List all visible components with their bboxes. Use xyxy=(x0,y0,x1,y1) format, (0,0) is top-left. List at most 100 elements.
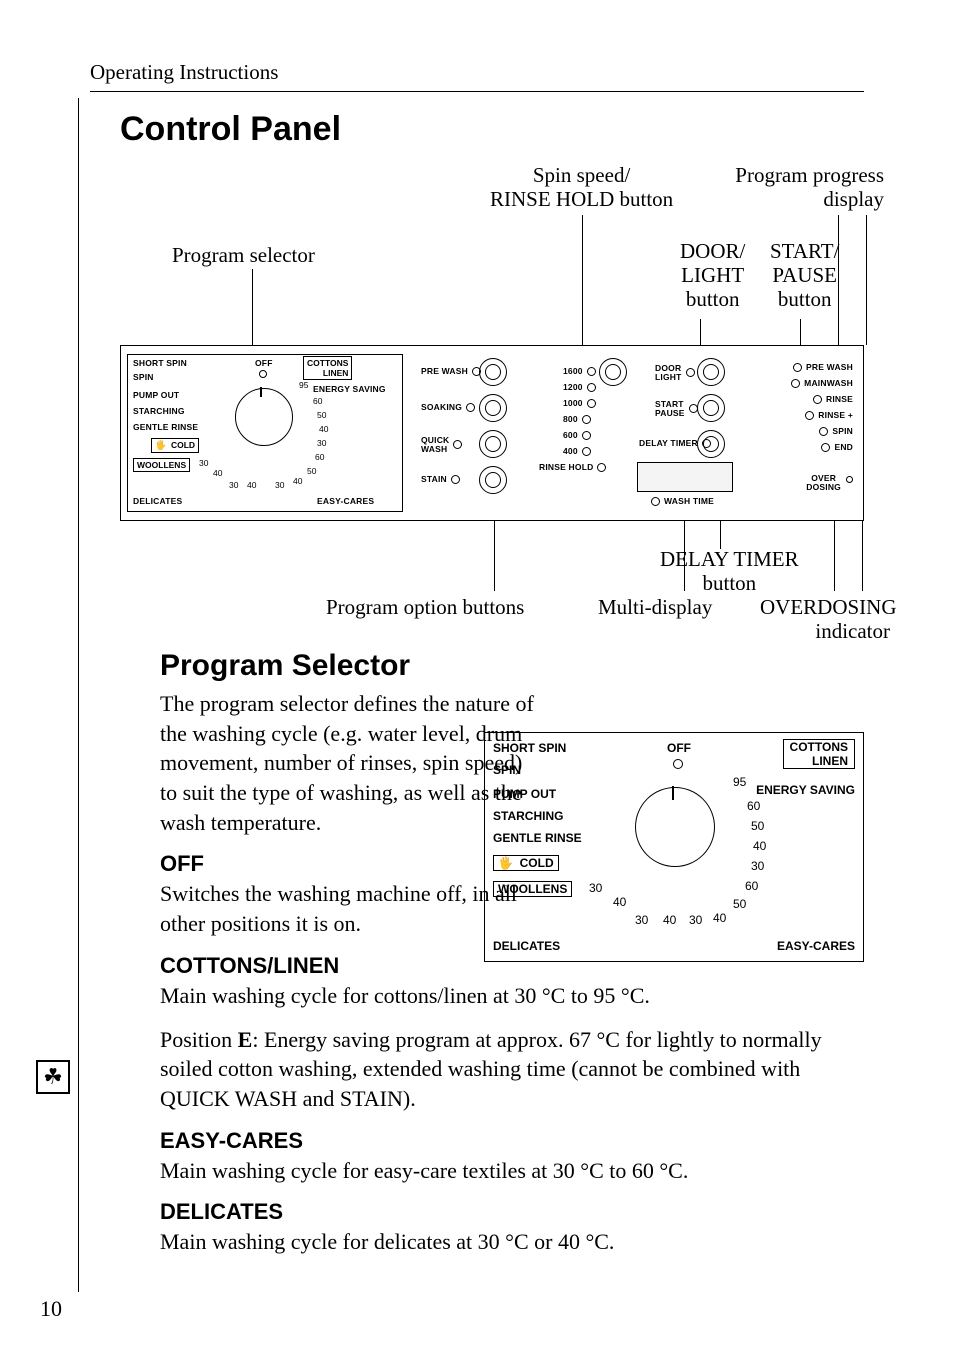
opt-quick-label: QUICK WASH xyxy=(421,436,462,453)
dial-woollens-box: WOOLLENS xyxy=(133,458,190,472)
sf-dt0: 30 xyxy=(635,913,648,927)
sf-wt1: 40 xyxy=(613,895,626,909)
sf-pumpout: PUMP OUT xyxy=(493,787,556,801)
ss6: RINSE HOLD xyxy=(539,462,606,472)
delay-timer-btn[interactable] xyxy=(697,430,725,458)
opt-stain-label: STAIN xyxy=(421,474,460,484)
callout-progress: Program progress display xyxy=(704,163,884,211)
sf-e0: 60 xyxy=(745,879,758,893)
page-number: 10 xyxy=(40,1296,62,1322)
sf-cold: 🖐 COLD xyxy=(493,855,559,871)
sf-shortspin: SHORT SPIN xyxy=(493,741,566,755)
dial-delicates: DELICATES xyxy=(133,496,182,506)
lead xyxy=(252,269,253,345)
callout-delay: DELAY TIMER button xyxy=(660,547,799,595)
sf-c3: 40 xyxy=(753,839,766,853)
ss3: 800 xyxy=(563,414,591,424)
opt-prewash-btn[interactable] xyxy=(479,358,507,386)
sf-c4: 30 xyxy=(751,859,764,873)
pg1: MAINWASH xyxy=(791,378,853,388)
opt-prewash-label: PRE WASH xyxy=(421,366,481,376)
sf-cottons: COTTONS LINEN xyxy=(783,739,855,769)
dial-cottons-box: COTTONS LINEN xyxy=(303,356,352,380)
opt-quick-btn[interactable] xyxy=(479,430,507,458)
opt-soaking-btn[interactable] xyxy=(479,394,507,422)
ss0: 1600 xyxy=(563,366,596,376)
sf-c1: 60 xyxy=(747,799,760,813)
side-rule xyxy=(78,98,79,1292)
callout-spin: Spin speed/ RINSE HOLD button xyxy=(490,163,673,211)
subhead-delicates: DELICATES xyxy=(160,1199,864,1225)
sf-e1: 50 xyxy=(733,897,746,911)
callout-program-selector: Program selector xyxy=(172,243,315,267)
dial-off: OFF xyxy=(255,358,273,368)
wool-t1: 40 xyxy=(213,468,222,478)
dial-spin: SPIN xyxy=(133,372,154,382)
callout-door: DOOR/ LIGHT button xyxy=(680,239,745,311)
easy-text: Main washing cycle for easy-care textile… xyxy=(160,1156,864,1186)
sf-off-dot xyxy=(673,759,683,769)
lead xyxy=(862,521,863,591)
dial-cold-box: 🖐 COLD xyxy=(151,438,199,453)
sf-easy: EASY-CARES xyxy=(777,939,855,953)
selector-figure: SHORT SPIN SPIN PUMP OUT STARCHING GENTL… xyxy=(484,732,864,962)
dial-energy: ENERGY SAVING xyxy=(313,384,386,394)
sf-e3: 30 xyxy=(689,913,702,927)
tip-bold: E xyxy=(238,1027,253,1052)
overdosing-led xyxy=(846,476,853,483)
sf-spin: SPIN xyxy=(493,763,521,777)
lead xyxy=(866,215,867,345)
wool-t0: 30 xyxy=(199,458,208,468)
ec1: 50 xyxy=(307,466,316,476)
del-t0: 30 xyxy=(229,480,238,490)
heading-program-selector: Program Selector xyxy=(160,649,864,683)
dial-shortspin: SHORT SPIN xyxy=(133,358,187,368)
dial-starching: STARCHING xyxy=(133,406,185,416)
callout-start: START/ PAUSE button xyxy=(770,239,839,311)
sf-off: OFF xyxy=(667,741,691,755)
ct0: 95 xyxy=(299,380,308,390)
heading-control-panel: Control Panel xyxy=(120,110,864,149)
ct4: 30 xyxy=(317,438,326,448)
ct2: 50 xyxy=(317,410,326,420)
spin-speed-btn[interactable] xyxy=(599,358,627,386)
ss2: 1000 xyxy=(563,398,596,408)
lead xyxy=(800,319,801,345)
ss5: 400 xyxy=(563,446,591,456)
lead xyxy=(720,521,721,549)
pg0: PRE WASH xyxy=(793,362,853,372)
pg5: END xyxy=(821,442,853,452)
start-pause-label: START PAUSE xyxy=(655,400,698,417)
program-dial[interactable] xyxy=(235,388,293,446)
lead xyxy=(834,521,835,591)
multi-display xyxy=(637,462,733,492)
energy-tip: Position E: Energy saving program at app… xyxy=(160,1025,864,1114)
pg4: SPIN xyxy=(819,426,853,436)
lead xyxy=(494,521,495,591)
door-light-btn[interactable] xyxy=(697,358,725,386)
ct3: 40 xyxy=(319,424,328,434)
overdosing-label: OVER DOSING xyxy=(806,474,841,491)
sf-wool: WOOLLENS xyxy=(493,881,572,897)
cottons-text: Main washing cycle for cottons/linen at … xyxy=(160,981,864,1011)
sf-c2: 50 xyxy=(751,819,764,833)
sf-dt1: 40 xyxy=(663,913,676,927)
ec3: 30 xyxy=(275,480,284,490)
start-pause-btn[interactable] xyxy=(697,394,725,422)
lead xyxy=(838,215,839,345)
content: Control Panel Program selector Spin spee… xyxy=(120,110,864,1257)
lead xyxy=(700,319,701,345)
ec2: 40 xyxy=(293,476,302,486)
pg3: RINSE + xyxy=(805,410,853,420)
callout-multi: Multi-display xyxy=(598,595,712,619)
tip-icon: ☘ xyxy=(36,1060,70,1094)
dial-easy: EASY-CARES xyxy=(317,496,374,506)
lead xyxy=(582,215,583,345)
delicates-text: Main washing cycle for delicates at 30 °… xyxy=(160,1227,864,1257)
opt-stain-btn[interactable] xyxy=(479,466,507,494)
dial-pumpout: PUMP OUT xyxy=(133,390,179,400)
dial-gentle: GENTLE RINSE xyxy=(133,422,198,432)
sf-e2: 40 xyxy=(713,911,726,925)
sf-del: DELICATES xyxy=(493,939,560,953)
callout-options: Program option buttons xyxy=(326,595,524,619)
